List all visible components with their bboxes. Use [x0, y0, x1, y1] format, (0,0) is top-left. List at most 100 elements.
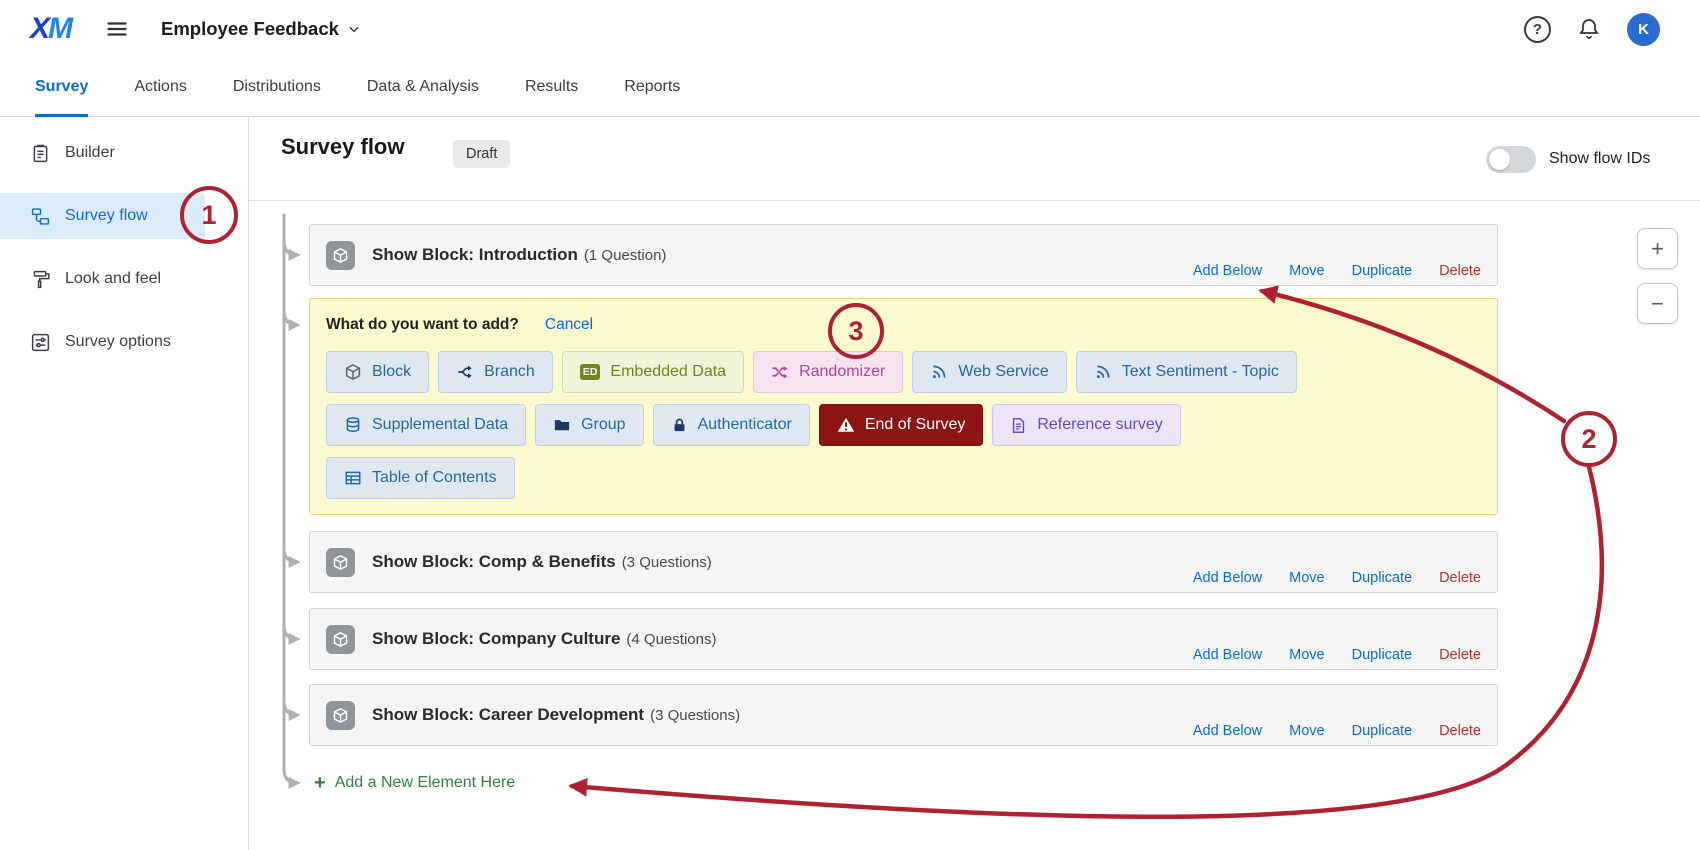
move-link[interactable]: Move	[1289, 263, 1324, 279]
flow-block-career-development[interactable]: Show Block: Career Development (3 Questio…	[309, 684, 1498, 746]
delete-link[interactable]: Delete	[1439, 263, 1481, 279]
add-option-randomizer[interactable]: Randomizer	[753, 351, 903, 393]
add-option-supplemental-data[interactable]: Supplemental Data	[326, 404, 526, 446]
sidebar-item-label: Survey options	[65, 333, 171, 351]
block-cube-icon	[326, 548, 355, 577]
sidebar-item-survey-flow[interactable]: Survey flow	[0, 193, 205, 239]
hamburger-menu-icon[interactable]	[105, 17, 129, 41]
add-option-label: Authenticator	[698, 416, 792, 434]
block-actions: Add Below Move Duplicate Delete	[1193, 570, 1481, 586]
block-cube-icon	[326, 241, 355, 270]
delete-link[interactable]: Delete	[1439, 723, 1481, 739]
survey-flow-page: XM Employee Feedback ? K Survey Actions …	[0, 0, 1700, 850]
block-name: Show Block: Career Development	[372, 705, 644, 724]
add-below-link[interactable]: Add Below	[1193, 647, 1262, 663]
tab-distributions[interactable]: Distributions	[233, 58, 321, 116]
block-cube-icon	[326, 701, 355, 730]
add-option-authenticator[interactable]: Authenticator	[653, 404, 810, 446]
paint-roller-icon	[30, 269, 51, 290]
block-title: Show Block: Comp & Benefits(3 Questions)	[372, 552, 712, 572]
sidebar-item-label: Survey flow	[65, 207, 148, 225]
tab-actions[interactable]: Actions	[134, 58, 186, 116]
add-option-label: Randomizer	[799, 363, 885, 381]
delete-link[interactable]: Delete	[1439, 647, 1481, 663]
text-sentiment-icon	[1094, 363, 1112, 381]
xm-logo-m: M	[48, 12, 71, 45]
add-option-branch[interactable]: Branch	[438, 351, 553, 393]
duplicate-link[interactable]: Duplicate	[1352, 723, 1412, 739]
add-option-label: Branch	[484, 363, 535, 381]
block-title: Show Block: Career Development (3 Questio…	[372, 705, 740, 725]
block-name: Show Block: Introduction	[372, 245, 578, 264]
add-option-web-service[interactable]: Web Service	[912, 351, 1066, 393]
sidebar-item-survey-options[interactable]: Survey options	[0, 319, 248, 365]
warning-icon	[837, 416, 855, 434]
add-option-text-sentiment[interactable]: Text Sentiment - Topic	[1076, 351, 1297, 393]
duplicate-link[interactable]: Duplicate	[1352, 647, 1412, 663]
add-option-label: Embedded Data	[610, 363, 726, 381]
flow-block-introduction[interactable]: Show Block: Introduction(1 Question) Add…	[309, 224, 1498, 286]
add-option-reference-survey[interactable]: Reference survey	[992, 404, 1180, 446]
notifications-bell-icon[interactable]	[1577, 17, 1601, 41]
block-question-count: (3 Questions)	[650, 707, 740, 724]
user-avatar[interactable]: K	[1627, 13, 1660, 46]
add-panel-row-2: Supplemental Data Group Authenticator En…	[326, 404, 1481, 446]
sidebar-item-look-and-feel[interactable]: Look and feel	[0, 256, 248, 302]
chevron-down-icon[interactable]	[347, 22, 361, 36]
add-option-label: Supplemental Data	[372, 416, 508, 434]
tab-reports[interactable]: Reports	[624, 58, 680, 116]
add-option-end-of-survey[interactable]: End of Survey	[819, 404, 984, 446]
show-flow-ids-toggle[interactable]	[1486, 146, 1536, 173]
project-title[interactable]: Employee Feedback	[161, 18, 339, 40]
lock-icon	[671, 417, 688, 434]
sidebar-item-label: Look and feel	[65, 270, 161, 288]
add-option-group[interactable]: Group	[535, 404, 643, 446]
flow-block-company-culture[interactable]: Show Block: Company Culture(4 Questions)…	[309, 608, 1498, 670]
add-option-block[interactable]: Block	[326, 351, 429, 393]
web-service-icon	[930, 363, 948, 381]
add-new-element-link[interactable]: + Add a New Element Here	[314, 770, 515, 796]
delete-link[interactable]: Delete	[1439, 570, 1481, 586]
main-tabbar: Survey Actions Distributions Data & Anal…	[0, 58, 1700, 117]
add-option-label: End of Survey	[865, 416, 966, 434]
show-flow-ids-label: Show flow IDs	[1549, 150, 1650, 168]
move-link[interactable]: Move	[1289, 647, 1324, 663]
zoom-in-glyph: +	[1651, 236, 1664, 262]
duplicate-link[interactable]: Duplicate	[1352, 263, 1412, 279]
add-panel-prompt: What do you want to add?	[326, 316, 519, 334]
sidebar-item-builder[interactable]: Builder	[0, 130, 248, 176]
add-panel-header: What do you want to add? Cancel	[326, 316, 1481, 334]
add-option-label: Block	[372, 363, 411, 381]
avatar-initial: K	[1638, 21, 1649, 38]
add-option-embedded-data[interactable]: ED Embedded Data	[562, 351, 744, 393]
tab-data-analysis[interactable]: Data & Analysis	[367, 58, 479, 116]
flow-block-comp-benefits[interactable]: Show Block: Comp & Benefits(3 Questions)…	[309, 531, 1498, 593]
add-below-link[interactable]: Add Below	[1193, 723, 1262, 739]
page-title: Survey flow	[281, 134, 404, 160]
xm-logo[interactable]: XM	[30, 12, 71, 46]
move-link[interactable]: Move	[1289, 570, 1324, 586]
add-option-label: Web Service	[958, 363, 1048, 381]
block-name: Show Block: Comp & Benefits	[372, 552, 616, 571]
add-below-link[interactable]: Add Below	[1193, 263, 1262, 279]
cancel-link[interactable]: Cancel	[545, 316, 593, 334]
survey-options-icon	[30, 332, 51, 353]
add-option-table-of-contents[interactable]: Table of Contents	[326, 457, 515, 499]
topbar: XM Employee Feedback ? K	[0, 0, 1700, 58]
ed-badge: ED	[580, 364, 601, 381]
block-question-count: (4 Questions)	[626, 631, 716, 648]
zoom-out-button[interactable]: −	[1637, 283, 1678, 324]
block-title: Show Block: Company Culture(4 Questions)	[372, 629, 716, 649]
zoom-out-glyph: −	[1651, 291, 1664, 317]
sidebar: Builder Survey flow Look and feel Survey…	[0, 117, 249, 850]
duplicate-link[interactable]: Duplicate	[1352, 570, 1412, 586]
move-link[interactable]: Move	[1289, 723, 1324, 739]
add-panel-row-3: Table of Contents	[326, 457, 1481, 499]
zoom-in-button[interactable]: +	[1637, 228, 1678, 269]
help-icon[interactable]: ?	[1524, 16, 1551, 43]
toggle-knob	[1489, 149, 1510, 170]
add-below-link[interactable]: Add Below	[1193, 570, 1262, 586]
tab-results[interactable]: Results	[525, 58, 578, 116]
tab-survey[interactable]: Survey	[35, 58, 88, 116]
shuffle-icon	[771, 363, 789, 381]
